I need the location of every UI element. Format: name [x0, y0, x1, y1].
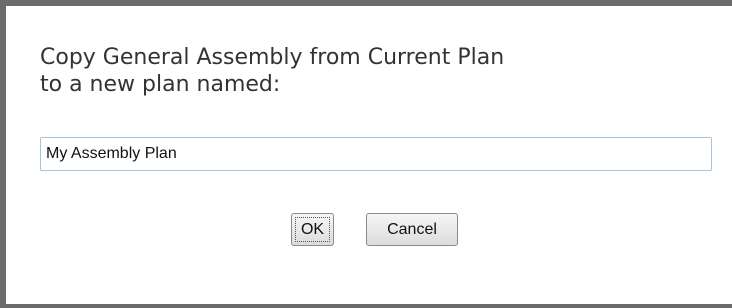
- dialog-prompt: Copy General Assembly from Current Plan …: [40, 44, 504, 98]
- dialog-button-row: OK Cancel: [6, 213, 732, 246]
- copy-plan-dialog: Copy General Assembly from Current Plan …: [0, 0, 732, 308]
- ok-button[interactable]: OK: [291, 213, 334, 246]
- prompt-line-2: to a new plan named:: [40, 72, 281, 97]
- plan-name-input[interactable]: [40, 137, 712, 171]
- prompt-line-1: Copy General Assembly from Current Plan: [40, 45, 505, 70]
- cancel-button[interactable]: Cancel: [366, 213, 458, 246]
